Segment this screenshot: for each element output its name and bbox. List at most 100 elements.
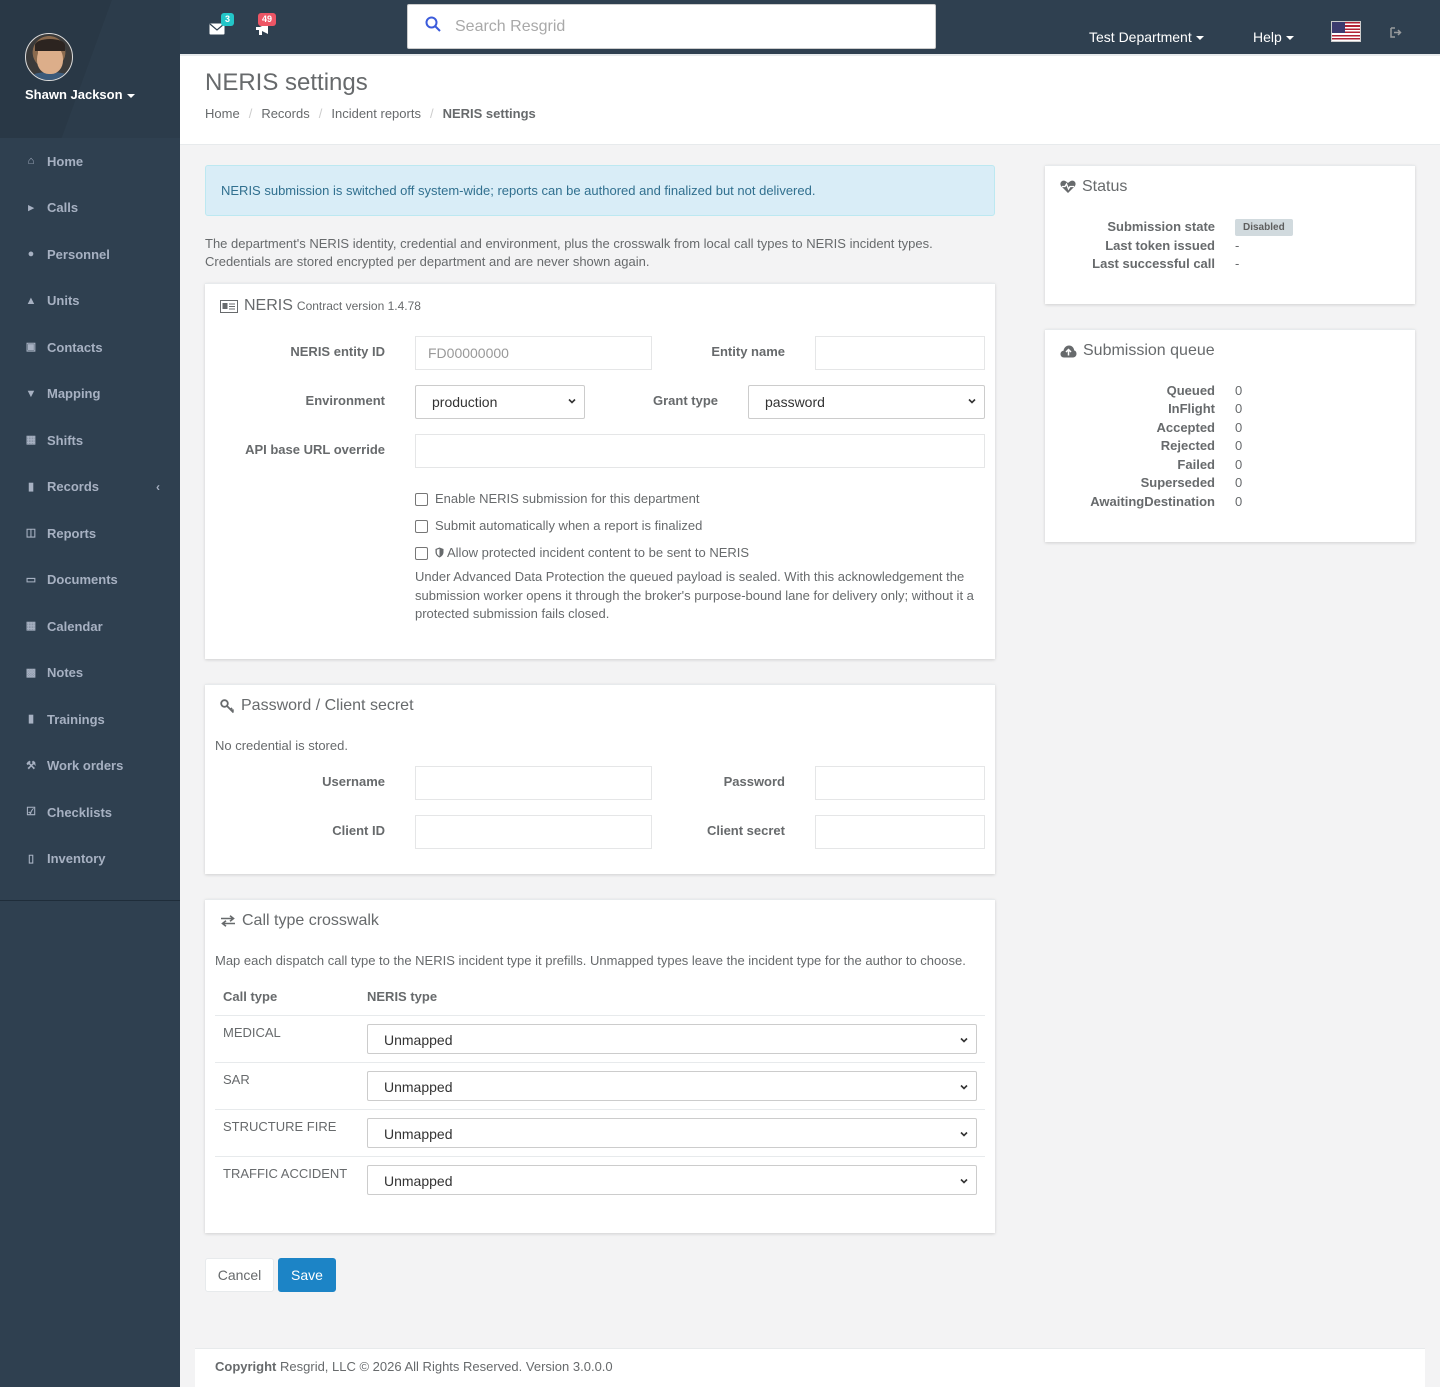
top-navbar: 3 49 Test Department Help: [180, 0, 1440, 56]
table-row-call-type: MEDICAL: [223, 1025, 281, 1040]
queue-label: Superseded: [1140, 475, 1215, 490]
breadcrumb-home[interactable]: Home: [205, 106, 240, 121]
sidebar-item-mapping[interactable]: ▼ Mapping: [0, 371, 180, 418]
breadcrumb-current: NERIS settings: [442, 106, 536, 121]
crosswalk-description: Map each dispatch call type to the NERIS…: [215, 953, 966, 968]
api-url-input[interactable]: [415, 434, 985, 468]
footer-company: Resgrid, LLC © 2026 All Rights Reserved.: [280, 1359, 523, 1374]
entity-name-input[interactable]: [815, 336, 985, 370]
sidebar-item-records[interactable]: ▮ Records ‹: [0, 464, 180, 511]
heartbeat-icon: [1060, 180, 1076, 193]
file-icon: ▮: [27, 480, 35, 493]
status-panel-title: Status: [1060, 178, 1127, 196]
sign-out-icon[interactable]: [1390, 27, 1402, 41]
password-input[interactable]: [815, 766, 985, 800]
queue-value: 0: [1235, 438, 1243, 453]
page-heading: NERIS settings Home / Records / Incident r…: [180, 56, 1440, 145]
sidebar-item-calendar[interactable]: ▦ Calendar: [0, 603, 180, 650]
grant-type-select[interactable]: password: [748, 385, 985, 419]
sidebar-item-documents[interactable]: ▭ Documents: [0, 557, 180, 604]
user-icon: ●: [27, 248, 35, 261]
neris-type-select[interactable]: Unmapped: [367, 1165, 977, 1195]
crosswalk-panel-title: Call type crosswalk: [220, 912, 379, 930]
sidebar-item-reports[interactable]: ◫ Reports: [0, 510, 180, 557]
caret-down-icon: [1195, 36, 1204, 41]
user-name: Shawn Jackson: [25, 87, 123, 102]
footer-copyright: Copyright: [215, 1359, 277, 1374]
profile-menu[interactable]: Shawn Jackson: [25, 87, 135, 102]
exchange-icon: [221, 915, 235, 927]
intro-text: The department's NERIS identity, credent…: [205, 236, 933, 269]
protected-content-checkbox[interactable]: Allow protected incident content to be s…: [415, 545, 749, 560]
environment-select[interactable]: production: [415, 385, 585, 419]
queue-label: InFlight: [1168, 401, 1215, 416]
protection-help-text: Under Advanced Data Protection the queue…: [415, 569, 974, 621]
cancel-button[interactable]: Cancel: [205, 1258, 274, 1292]
client-secret-input[interactable]: [815, 815, 985, 849]
sidebar-item-calls[interactable]: ▸ Calls: [0, 185, 180, 232]
sidebar-item-contacts[interactable]: ▣ Contacts: [0, 324, 180, 371]
bullhorn-icon: ▸: [28, 201, 34, 214]
search-icon: [425, 16, 441, 32]
sidebar-item-checklists[interactable]: ☑ Checklists: [0, 789, 180, 836]
neris-type-select[interactable]: Unmapped: [367, 1024, 977, 1054]
neris-type-select[interactable]: Unmapped: [367, 1118, 977, 1148]
sidebar-item-trainings[interactable]: ▮ Trainings: [0, 696, 180, 743]
chevron-down-icon: [968, 398, 976, 404]
column-header-neris-type: NERIS type: [367, 989, 438, 1004]
api-url-label: API base URL override: [245, 442, 385, 457]
wrench-icon: ⚒: [26, 759, 36, 772]
sidebar-item-notes[interactable]: ▩ Notes: [0, 650, 180, 697]
queue-panel-title: Submission queue: [1060, 342, 1215, 360]
sidebar-item-units[interactable]: ▲ Units: [0, 278, 180, 325]
us-flag-icon[interactable]: [1331, 21, 1361, 42]
home-icon: ⌂: [27, 155, 35, 168]
sidebar: Shawn Jackson ⌂ Home ▸ Calls ● Personnel ▲ U…: [0, 0, 180, 1387]
sidebar-item-personnel[interactable]: ● Personnel: [0, 231, 180, 278]
entity-name-label: Entity name: [711, 344, 785, 359]
table-row-call-type: TRAFFIC ACCIDENT: [223, 1166, 348, 1181]
save-button[interactable]: Save: [278, 1258, 336, 1292]
column-header-call-type: Call type: [223, 989, 278, 1004]
queue-label: Rejected: [1160, 438, 1215, 453]
help-menu[interactable]: Help: [1253, 29, 1294, 45]
username-label: Username: [322, 774, 385, 789]
truck-icon: ▲: [25, 294, 37, 307]
neris-type-select[interactable]: Unmapped: [367, 1071, 977, 1101]
department-menu[interactable]: Test Department: [1089, 29, 1204, 45]
enable-submission-checkbox[interactable]: Enable NERIS submission for this departm…: [415, 491, 699, 506]
queue-value: 0: [1235, 420, 1243, 435]
queue-value: 0: [1235, 401, 1243, 416]
queue-value: 0: [1235, 494, 1243, 509]
username-input[interactable]: [415, 766, 652, 800]
breadcrumb-incident-reports[interactable]: Incident reports: [331, 106, 421, 121]
auto-submit-checkbox[interactable]: Submit automatically when a report is fi…: [415, 518, 702, 533]
table-row-call-type: STRUCTURE FIRE: [223, 1119, 337, 1134]
sidebar-item-home[interactable]: ⌂ Home: [0, 138, 180, 185]
entity-id-input[interactable]: [415, 336, 652, 370]
breadcrumb-records[interactable]: Records: [261, 106, 309, 121]
chevron-down-icon: [960, 1084, 968, 1090]
checklist-icon: ☑: [26, 806, 36, 819]
sidebar-item-inventory[interactable]: ▯ Inventory: [0, 836, 180, 883]
page-title: NERIS settings: [205, 69, 368, 96]
credential-note: No credential is stored.: [215, 738, 348, 753]
notes-icon: ▩: [25, 666, 37, 679]
reports-icon: ◫: [25, 527, 37, 540]
avatar[interactable]: [25, 33, 73, 81]
breadcrumb: Home / Records / Incident reports / NERIS s…: [205, 106, 536, 121]
chevron-down-icon: [960, 1037, 968, 1043]
queue-label: Queued: [1166, 383, 1215, 398]
queue-label: AwaitingDestination: [1090, 494, 1215, 509]
cloud-upload-icon: [1060, 345, 1077, 357]
neris-panel-title: NERIS Contract version 1.4.78: [220, 297, 421, 315]
caret-down-icon: [126, 93, 135, 98]
status-label: Submission state: [1107, 219, 1215, 234]
search-input[interactable]: [455, 15, 915, 39]
sidebar-item-work-orders[interactable]: ⚒ Work orders: [0, 743, 180, 790]
sidebar-nav: ⌂ Home ▸ Calls ● Personnel ▲ Units ▣ Contacts…: [0, 138, 180, 882]
footer: Copyright Resgrid, LLC © 2026 All Rights…: [195, 1348, 1425, 1387]
sidebar-item-shifts[interactable]: ▦ Shifts: [0, 417, 180, 464]
client-id-input[interactable]: [415, 815, 652, 849]
id-card-icon: [220, 299, 238, 313]
